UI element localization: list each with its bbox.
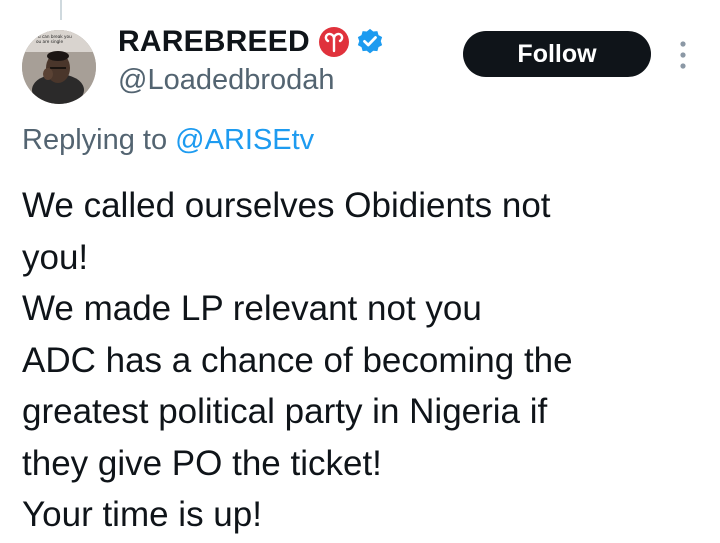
author-display-name[interactable]: RAREBREED [118,25,310,59]
replying-to-row: Replying to @ARISEtv [22,124,314,157]
author-handle[interactable]: @Loadedbrodah [118,64,335,97]
reply-to-handle-link[interactable]: @ARISEtv [175,124,314,156]
tweet-text-line: you! [22,237,89,277]
more-options-icon[interactable] [677,38,689,72]
replying-to-label: Replying to [22,124,168,156]
tweet-text: We called ourselves Obidients not you! W… [22,180,712,541]
tweet-text-line: Your time is up! [22,495,262,534]
tweet-text-line: We called ourselves Obidients not [22,186,551,225]
tweet-text-line: greatest political party in Nigeria if [22,392,548,431]
follow-button[interactable]: Follow [463,31,651,77]
tweet-text-line: We made LP relevant not you [22,289,482,328]
author-name-row: RAREBREED [118,22,385,62]
avatar-image: u can break you ou are single [22,30,96,104]
verified-badge-icon [355,27,385,57]
aries-sign-icon [318,26,350,58]
avatar-caption-line-2: ou are single [36,39,63,44]
avatar[interactable]: u can break you ou are single [22,30,96,104]
tweet-text-line: they give PO the ticket! [22,443,382,483]
thread-connector-line [60,0,62,20]
tweet-text-line: ADC has a chance of becoming the [22,340,573,380]
